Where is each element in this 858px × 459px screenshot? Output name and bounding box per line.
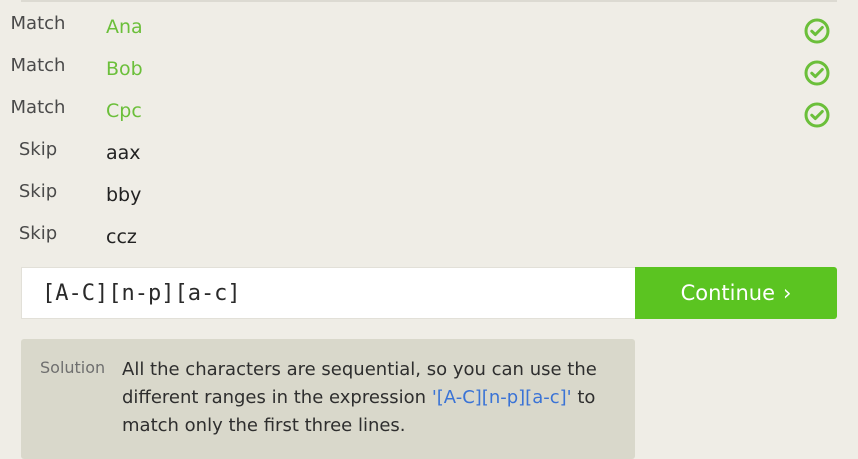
task-action-label: Skip [18, 139, 58, 160]
task-text: Cpc [106, 100, 142, 122]
task-action-label: Skip [18, 223, 58, 244]
regex-input[interactable] [21, 267, 635, 319]
task-action-label: Match [10, 13, 66, 34]
task-row: Match Cpc [0, 88, 858, 130]
task-row: Match Bob [0, 46, 858, 88]
check-circle-icon [803, 17, 831, 45]
task-action-label: Match [10, 97, 66, 118]
task-text: Bob [106, 58, 143, 80]
answer-form: Continue › [21, 267, 837, 319]
task-action-label: Match [10, 55, 66, 76]
task-text: aax [106, 142, 141, 164]
task-row: Skip ccz [0, 214, 858, 256]
top-divider [21, 0, 837, 2]
task-row: Skip bby [0, 172, 858, 214]
continue-button[interactable]: Continue › [635, 267, 837, 319]
solution-panel: Solution All the characters are sequenti… [21, 339, 635, 459]
task-text: bby [106, 184, 142, 206]
task-row: Match Ana [0, 4, 858, 46]
task-text: ccz [106, 226, 137, 248]
continue-button-label: Continue [680, 281, 776, 305]
check-circle-icon [803, 101, 831, 129]
solution-text: All the characters are sequential, so yo… [122, 356, 602, 440]
task-row: Skip aax [0, 130, 858, 172]
solution-label: Solution [40, 358, 106, 377]
check-circle-icon [803, 59, 831, 87]
solution-code: '[A-C][n-p][a-c]' [431, 387, 572, 408]
task-list: Match Ana Match Bob Match Cpc Skip aax S… [0, 4, 858, 256]
task-action-label: Skip [18, 181, 58, 202]
task-text: Ana [106, 16, 143, 38]
chevron-right-icon: › [783, 281, 792, 305]
